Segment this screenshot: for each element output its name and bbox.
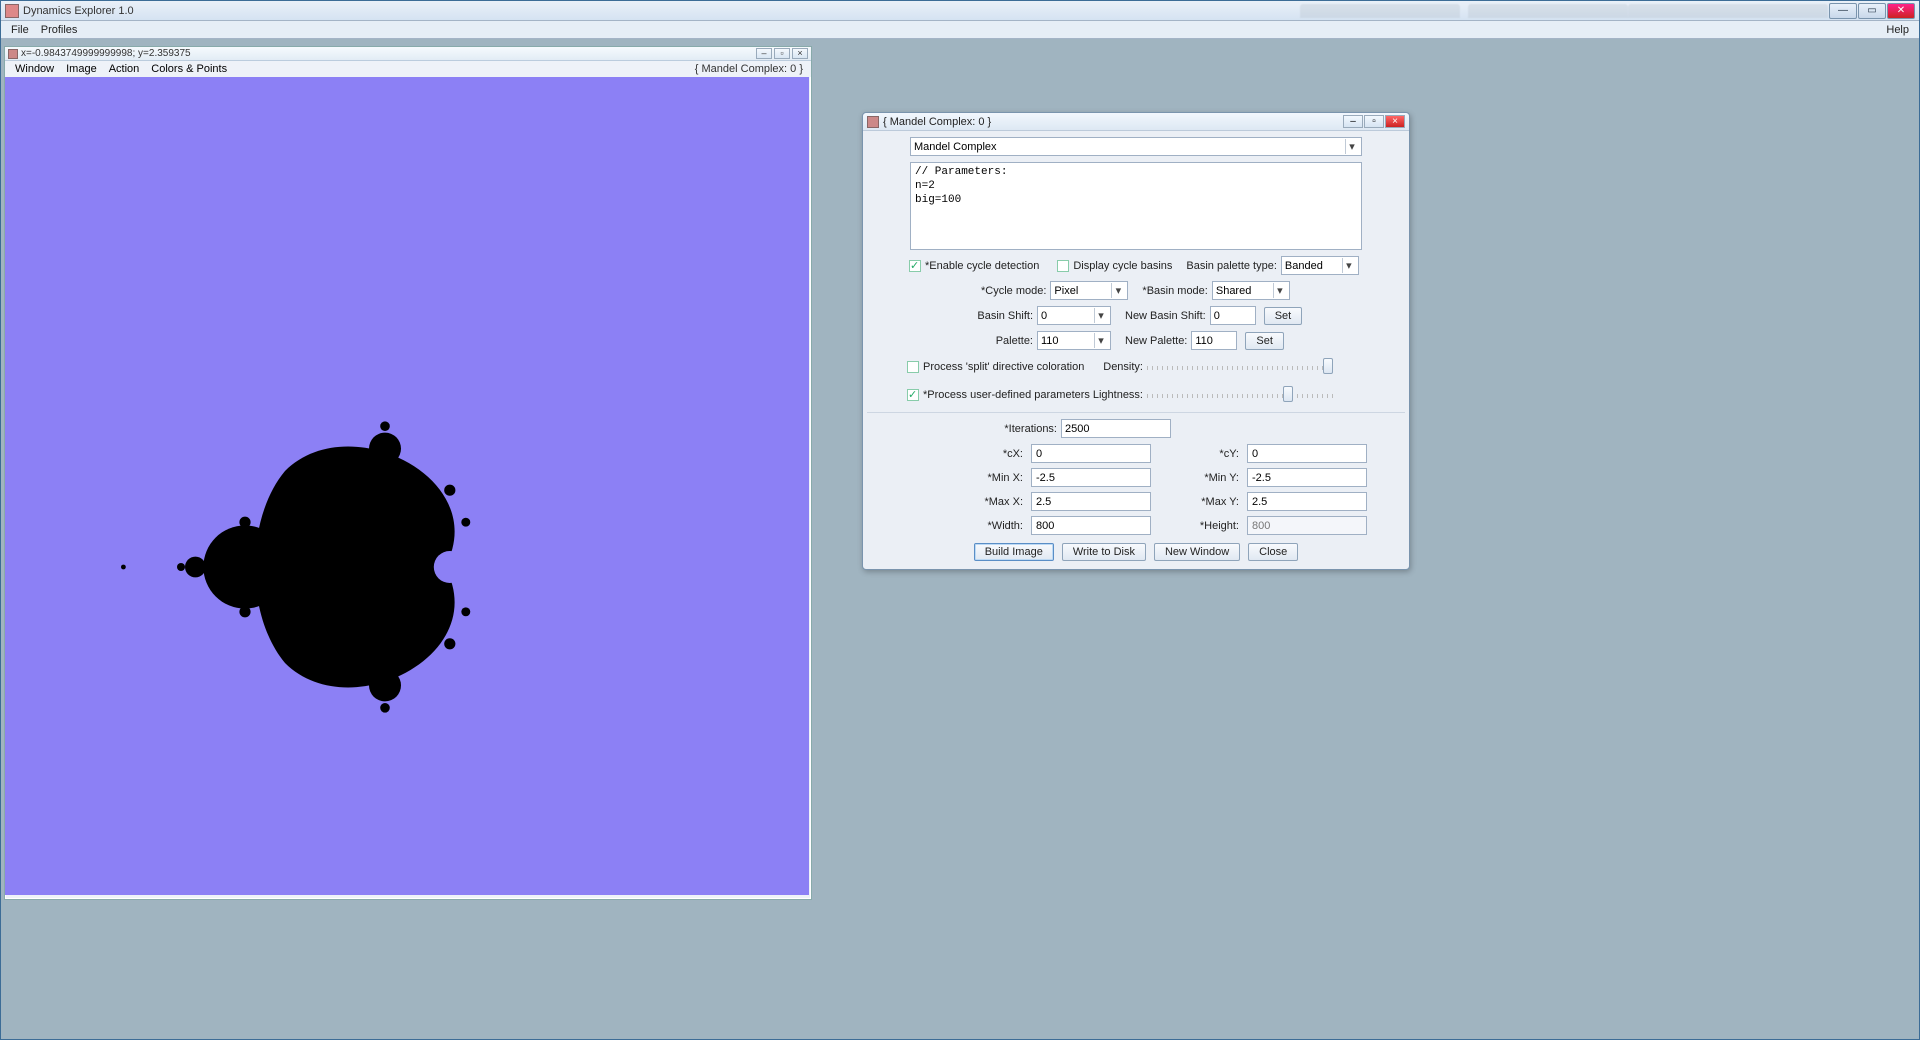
basin-shift-select[interactable]: 0▾ — [1037, 306, 1111, 325]
density-slider[interactable] — [1147, 356, 1335, 378]
chevron-down-icon: ▾ — [1342, 258, 1355, 273]
density-label: Density: — [1091, 361, 1147, 373]
fractal-canvas[interactable] — [5, 77, 809, 895]
taskbar-blur-tab — [1300, 4, 1460, 18]
minx-input[interactable] — [1031, 468, 1151, 487]
cx-label: *cX: — [939, 448, 1027, 460]
app-icon — [5, 4, 19, 18]
miny-label: *Min Y: — [1155, 472, 1243, 484]
basin-palette-type-label: Basin palette type: — [1186, 260, 1281, 272]
lightness-label: Lightness: — [1091, 389, 1147, 401]
palette-label: Palette: — [965, 335, 1037, 347]
params-dialog: { Mandel Complex: 0 } – ▫ × Mandel Compl… — [862, 112, 1410, 570]
divider — [867, 412, 1405, 413]
height-input — [1247, 516, 1367, 535]
close-icon[interactable]: × — [792, 48, 808, 59]
set-palette-button[interactable]: Set — [1245, 332, 1284, 350]
menu-help[interactable]: Help — [1880, 23, 1915, 37]
maxy-input[interactable] — [1247, 492, 1367, 511]
minx-label: *Min X: — [939, 472, 1027, 484]
image-window-badge: { Mandel Complex: 0 } — [695, 63, 807, 75]
java-icon — [8, 49, 18, 59]
display-cycle-basins-label: Display cycle basins — [1073, 260, 1176, 272]
cy-label: *cY: — [1155, 448, 1243, 460]
cycle-mode-select[interactable]: Pixel▾ — [1050, 281, 1128, 300]
chevron-down-icon: ▾ — [1273, 283, 1286, 298]
app-title: Dynamics Explorer 1.0 — [23, 5, 1292, 17]
maximize-icon[interactable]: ▫ — [1364, 115, 1384, 128]
menu-profiles[interactable]: Profiles — [35, 23, 84, 37]
width-label: *Width: — [939, 520, 1027, 532]
image-window-titlebar[interactable]: x=-0.9843749999999998; y=2.359375 – ▫ × — [5, 47, 811, 61]
basin-palette-type-select[interactable]: Banded ▾ — [1281, 256, 1359, 275]
image-window-menubar: Window Image Action Colors & Points { Ma… — [5, 61, 811, 77]
params-textarea[interactable]: // Parameters: n=2 big=100 — [910, 162, 1362, 250]
chevron-down-icon: ▾ — [1345, 139, 1358, 154]
minimize-icon[interactable]: – — [756, 48, 772, 59]
taskbar-blur-tab — [1468, 4, 1628, 18]
maxy-label: *Max Y: — [1155, 496, 1243, 508]
image-window: x=-0.9843749999999998; y=2.359375 – ▫ × … — [4, 46, 812, 900]
mdi-area: x=-0.9843749999999998; y=2.359375 – ▫ × … — [2, 40, 1918, 1038]
menu-window[interactable]: Window — [9, 63, 60, 75]
enable-cycle-detection-checkbox[interactable] — [909, 260, 921, 272]
chevron-down-icon: ▾ — [1094, 308, 1107, 323]
new-window-button[interactable]: New Window — [1154, 543, 1240, 561]
palette-select[interactable]: 110▾ — [1037, 331, 1111, 350]
menu-action[interactable]: Action — [103, 63, 146, 75]
set-basin-shift-button[interactable]: Set — [1264, 307, 1303, 325]
minimize-button[interactable]: — — [1829, 3, 1857, 19]
cy-input[interactable] — [1247, 444, 1367, 463]
new-palette-label: New Palette: — [1125, 335, 1191, 347]
close-button[interactable]: Close — [1248, 543, 1298, 561]
chevron-down-icon: ▾ — [1094, 333, 1107, 348]
chevron-down-icon: ▾ — [1111, 283, 1124, 298]
new-basin-shift-input[interactable] — [1210, 306, 1256, 325]
menu-file[interactable]: File — [5, 23, 35, 37]
system-select[interactable]: Mandel Complex ▾ — [910, 137, 1362, 156]
lightness-slider[interactable] — [1147, 384, 1335, 406]
new-palette-input[interactable] — [1191, 331, 1237, 350]
cx-input[interactable] — [1031, 444, 1151, 463]
main-window: Dynamics Explorer 1.0 — ▭ ✕ File Profile… — [0, 0, 1920, 1040]
process-user-params-label: *Process user-defined parameters — [923, 389, 1091, 401]
main-menubar: File Profiles Help — [1, 21, 1919, 39]
maximize-icon[interactable]: ▫ — [774, 48, 790, 59]
dialog-titlebar[interactable]: { Mandel Complex: 0 } – ▫ × — [863, 113, 1409, 131]
write-to-disk-button[interactable]: Write to Disk — [1062, 543, 1146, 561]
close-button[interactable]: ✕ — [1887, 3, 1915, 19]
process-user-params-checkbox[interactable] — [907, 389, 919, 401]
dialog-title: { Mandel Complex: 0 } — [883, 116, 1343, 128]
display-cycle-basins-checkbox[interactable] — [1057, 260, 1069, 272]
basin-mode-label: *Basin mode: — [1142, 285, 1211, 297]
menu-colors-points[interactable]: Colors & Points — [145, 63, 233, 75]
process-split-label: Process 'split' directive coloration — [923, 361, 1091, 373]
iterations-label: *Iterations: — [991, 423, 1061, 435]
process-split-checkbox[interactable] — [907, 361, 919, 373]
basin-mode-select[interactable]: Shared▾ — [1212, 281, 1290, 300]
system-select-value: Mandel Complex — [914, 141, 997, 153]
maxx-input[interactable] — [1031, 492, 1151, 511]
build-image-button[interactable]: Build Image — [974, 543, 1054, 561]
new-basin-shift-label: New Basin Shift: — [1125, 310, 1210, 322]
basin-shift-label: Basin Shift: — [965, 310, 1037, 322]
width-input[interactable] — [1031, 516, 1151, 535]
image-window-title: x=-0.9843749999999998; y=2.359375 — [21, 48, 756, 59]
miny-input[interactable] — [1247, 468, 1367, 487]
taskbar-blur-tab — [1628, 4, 1828, 18]
java-icon — [867, 116, 879, 128]
menu-image[interactable]: Image — [60, 63, 103, 75]
main-titlebar: Dynamics Explorer 1.0 — ▭ ✕ — [1, 1, 1919, 21]
minimize-icon[interactable]: – — [1343, 115, 1363, 128]
height-label: *Height: — [1155, 520, 1243, 532]
maxx-label: *Max X: — [939, 496, 1027, 508]
enable-cycle-detection-label: *Enable cycle detection — [925, 260, 1043, 272]
maximize-button[interactable]: ▭ — [1858, 3, 1886, 19]
iterations-input[interactable] — [1061, 419, 1171, 438]
cycle-mode-label: *Cycle mode: — [981, 285, 1050, 297]
close-icon[interactable]: × — [1385, 115, 1405, 128]
